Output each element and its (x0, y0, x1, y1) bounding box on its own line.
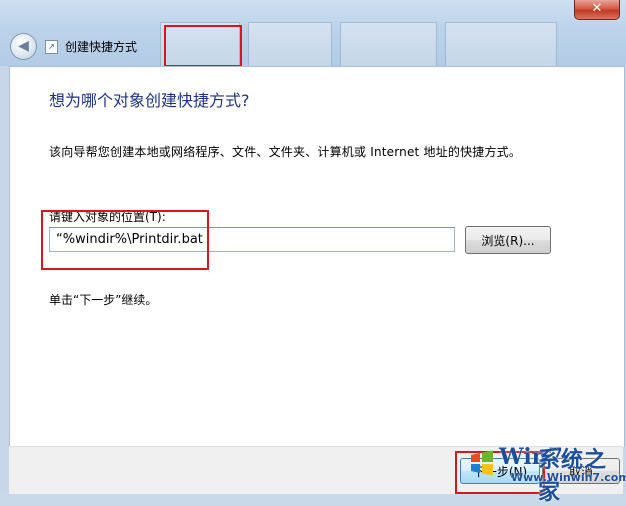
background-window-edge (0, 66, 9, 493)
cancel-button[interactable]: 取消 (542, 458, 620, 484)
background-window-thumbnail (445, 22, 557, 70)
hint-text: 单击“下一步”继续。 (49, 293, 158, 307)
highlight-box (164, 25, 242, 67)
back-arrow-icon: ◀ (18, 38, 29, 54)
wizard-content: 想为哪个对象创建快捷方式? 该向导帮您创建本地或网络程序、文件、文件夹、计算机或… (9, 66, 625, 447)
window-title-bar: ✕ ◀ ↗ 创建快捷方式 (0, 0, 626, 70)
page-title: 想为哪个对象创建快捷方式? (49, 91, 250, 110)
close-icon: ✕ (591, 1, 603, 16)
wizard-footer: 下一步(N) 取消 (9, 446, 623, 494)
window-title: 创建快捷方式 (65, 40, 138, 54)
back-button[interactable]: ◀ (10, 33, 37, 60)
wizard-description: 该向导帮您创建本地或网络程序、文件、文件夹、计算机或 Internet 地址的快… (49, 145, 522, 159)
close-button[interactable]: ✕ (574, 0, 620, 20)
background-window-thumbnail (248, 22, 332, 70)
background-window-thumbnail (340, 22, 437, 70)
highlight-box (455, 451, 545, 494)
highlight-box (41, 210, 209, 270)
browse-button[interactable]: 浏览(R)... (465, 226, 551, 254)
shortcut-icon: ↗ (45, 40, 58, 54)
